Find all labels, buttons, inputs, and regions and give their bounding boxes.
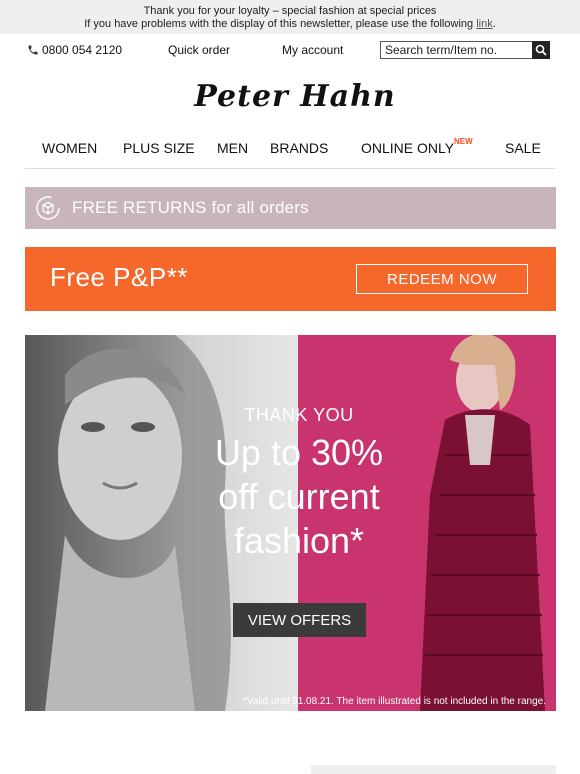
preheader-line-2-text: If you have problems with the display of… xyxy=(84,18,477,30)
nav-item-men[interactable]: MEN xyxy=(217,140,248,156)
return-box-icon xyxy=(36,196,60,220)
hero-kicker: THANK YOU xyxy=(244,405,354,425)
hero-headline-line-2: off current xyxy=(218,476,380,517)
main-nav: WOMEN PLUS SIZE MEN BRANDS ONLINE ONLY N… xyxy=(0,137,580,158)
bottom-panel-edge xyxy=(311,765,556,774)
phone-number: 0800 054 2120 xyxy=(42,43,123,57)
search-input[interactable] xyxy=(381,42,531,58)
search-icon xyxy=(535,44,547,56)
phone-link[interactable]: 0800 054 2120 xyxy=(27,43,122,57)
brand-logo[interactable]: Peter Hahn xyxy=(190,77,400,117)
view-offers-button[interactable]: VIEW OFFERS xyxy=(233,603,366,637)
preheader-line-2: If you have problems with the display of… xyxy=(0,18,580,31)
free-pp-title: Free P&P** xyxy=(50,262,188,292)
hero-headline-line-3: fashion* xyxy=(233,520,365,561)
nav-item-brands[interactable]: BRANDS xyxy=(270,140,328,156)
preheader-line-1: Thank you for your loyalty – special fas… xyxy=(143,5,437,17)
preheader-line-2-end: . xyxy=(492,18,496,30)
search-box xyxy=(380,41,550,59)
phone-icon xyxy=(28,45,38,55)
nav-item-sale[interactable]: SALE xyxy=(505,140,541,156)
my-account-link[interactable]: My account xyxy=(282,43,343,57)
hero-text: THANK YOU Up to 30% off current fashion* xyxy=(185,405,413,563)
topbar: 0800 054 2120 Quick order My account xyxy=(0,40,580,62)
hero-headline: Up to 30% off current fashion* xyxy=(185,431,413,563)
preheader: Thank you for your loyalty – special fas… xyxy=(0,0,580,34)
free-returns-banner[interactable]: FREE RETURNS for all orders xyxy=(25,187,556,229)
hero-banner[interactable]: THANK YOU Up to 30% off current fashion*… xyxy=(25,335,556,711)
nav-divider xyxy=(25,168,555,169)
hero-disclaimer: *Valid until 31.08.21. The item illustra… xyxy=(242,696,546,707)
free-returns-text: FREE RETURNS for all orders xyxy=(72,198,309,217)
nav-item-women[interactable]: WOMEN xyxy=(42,140,97,156)
free-pp-banner[interactable]: Free P&P** REDEEM NOW xyxy=(25,247,556,311)
quick-order-link[interactable]: Quick order xyxy=(168,43,230,57)
hero-headline-line-1: Up to 30% xyxy=(214,432,384,473)
redeem-now-button[interactable]: REDEEM NOW xyxy=(356,264,528,294)
nav-item-online-only[interactable]: ONLINE ONLY xyxy=(361,140,454,156)
nav-item-plus-size[interactable]: PLUS SIZE xyxy=(123,140,195,156)
search-button[interactable] xyxy=(532,41,550,59)
preheader-link[interactable]: link xyxy=(476,18,493,30)
new-badge: NEW xyxy=(454,137,473,146)
